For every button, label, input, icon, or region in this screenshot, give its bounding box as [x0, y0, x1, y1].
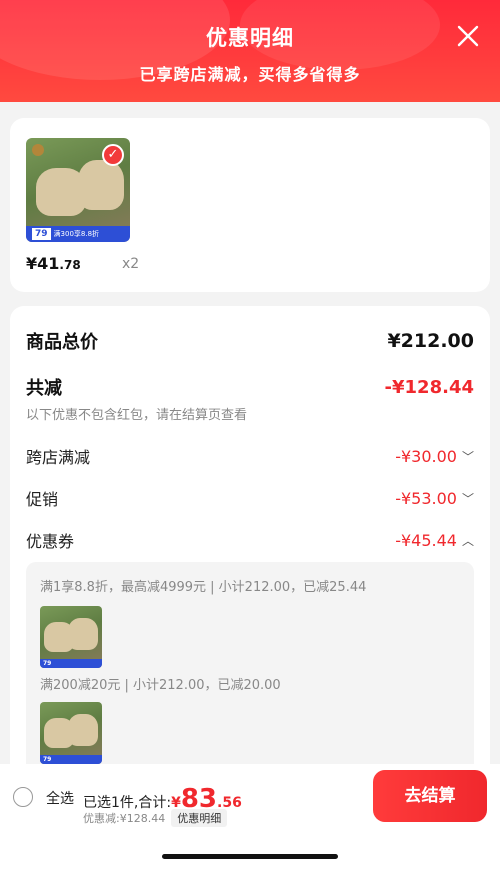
reduce-label: 共减	[26, 378, 62, 399]
discount-item-label: 优惠券	[26, 532, 75, 551]
chevron-down-icon: ﹀	[461, 449, 474, 464]
unit-price-dec: .78	[59, 258, 81, 272]
discount-item-label: 促销	[26, 490, 59, 509]
discount-amount-text: 优惠减:¥128.44	[83, 812, 166, 825]
chair-shape	[68, 714, 98, 746]
page-title: 优惠明细	[206, 26, 294, 50]
close-icon	[457, 25, 479, 47]
chair-shape	[68, 618, 98, 650]
discount-item-value: -¥53.00 ﹀	[395, 489, 474, 508]
safe-area	[0, 828, 500, 870]
close-button[interactable]	[454, 22, 482, 50]
product-card: ✓ 79 满300享8.8折 ¥41.78 x2	[10, 118, 490, 292]
chevron-up-icon: ︿	[461, 533, 474, 548]
redpacket-note: 以下优惠不包含红包，请在结算页查看	[26, 408, 248, 423]
select-all-radio[interactable]	[13, 787, 33, 807]
discount-detail-card: 商品总价 ¥212.00 共减 -¥128.44 以下优惠不包含红包，请在结算页…	[10, 306, 490, 826]
discount-item-cross-store[interactable]: 跨店满减 -¥30.00 ﹀	[26, 444, 474, 468]
page-subtitle: 已享跨店满减，买得多省得多	[139, 65, 361, 84]
discount-item-promotion[interactable]: 促销 -¥53.00 ﹀	[26, 486, 474, 510]
chair-shape	[78, 160, 124, 210]
select-all-label[interactable]: 全选	[46, 788, 74, 808]
mini-promo-price: 79	[43, 756, 52, 763]
quantity: x2	[122, 256, 140, 272]
discount-item-coupon[interactable]: 优惠券 -¥45.44 ︿	[26, 528, 474, 552]
total-value: ¥212.00	[387, 330, 474, 352]
discount-item-value: -¥30.00 ﹀	[395, 447, 474, 466]
promo-badge-price: 79	[32, 228, 51, 240]
home-indicator[interactable]	[162, 854, 338, 859]
chevron-down-icon: ﹀	[461, 491, 474, 506]
brand-logo-icon	[32, 144, 44, 156]
discount-detail-header: 优惠明细 已享跨店满减，买得多省得多	[0, 0, 500, 102]
total-label: 商品总价	[26, 332, 98, 353]
discount-item-value: -¥45.44 ︿	[395, 531, 474, 550]
reduce-row: 共减 -¥128.44	[26, 374, 474, 400]
checkout-button[interactable]: 去结算	[373, 770, 487, 822]
discount-item-amount: -¥45.44	[395, 530, 457, 550]
coupon-product-thumb: 79	[40, 702, 102, 764]
total-row: 商品总价 ¥212.00	[26, 328, 474, 354]
unit-price: ¥41.78	[26, 254, 81, 273]
product-image[interactable]: ✓ 79 满300享8.8折	[26, 138, 130, 242]
discount-detail-link[interactable]: 优惠明细	[171, 809, 228, 827]
coupon-product-thumb: 79	[40, 606, 102, 668]
discount-summary: 优惠减:¥128.44 优惠明细	[83, 809, 228, 827]
coupon-rule-text: 满200减20元 | 小计212.00，已减20.00	[40, 678, 281, 693]
selected-check-icon[interactable]: ✓	[102, 144, 124, 166]
reduce-value: -¥128.44	[384, 376, 474, 398]
checkout-bar: 全选 已选1件,合计: ¥83.56 优惠减:¥128.44 优惠明细 去结算	[0, 764, 500, 828]
discount-item-amount: -¥30.00	[395, 446, 457, 466]
discount-item-label: 跨店满减	[26, 448, 91, 467]
coupon-rule-text: 满1享8.8折，最高减4999元 | 小计212.00，已减25.44	[40, 580, 367, 595]
discount-item-amount: -¥53.00	[395, 488, 457, 508]
mini-promo-price: 79	[43, 660, 52, 667]
promo-badge: 79 满300享8.8折	[26, 226, 130, 242]
unit-price-int: ¥41	[26, 254, 60, 273]
promo-badge-text: 满300享8.8折	[53, 230, 100, 238]
